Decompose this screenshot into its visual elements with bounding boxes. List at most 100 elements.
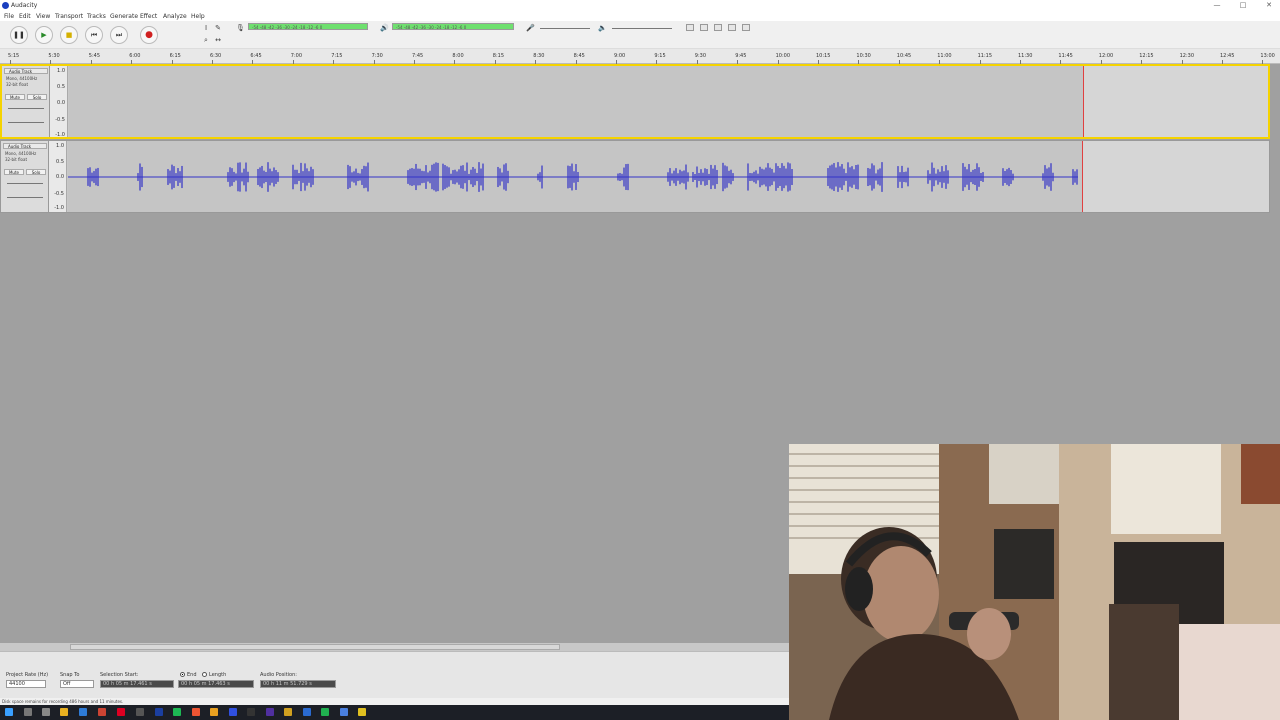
app-icon[interactable] bbox=[117, 708, 125, 716]
audio-track-2[interactable]: Audio Track Mono, 44100Hz 32-bit float M… bbox=[0, 140, 1270, 213]
scrollbar-thumb[interactable] bbox=[70, 644, 560, 650]
solo-button[interactable]: Solo bbox=[27, 94, 47, 100]
scale-label: -0.5 bbox=[55, 117, 65, 123]
app-icon[interactable] bbox=[303, 708, 311, 716]
app-icon[interactable] bbox=[266, 708, 274, 716]
silence-icon[interactable] bbox=[742, 24, 750, 31]
ruler-time-label: 6:00 bbox=[129, 53, 141, 59]
gain-slider[interactable] bbox=[7, 183, 43, 184]
recording-volume-slider[interactable] bbox=[540, 28, 590, 29]
menu-tracks[interactable]: Tracks bbox=[87, 13, 106, 20]
app-icon[interactable] bbox=[136, 708, 144, 716]
ruler-time-label: 5:15 bbox=[8, 53, 20, 59]
paste-icon[interactable] bbox=[714, 24, 722, 31]
app-icon[interactable] bbox=[210, 708, 218, 716]
audacity-taskbar-icon[interactable] bbox=[358, 708, 366, 716]
app-icon[interactable] bbox=[321, 708, 329, 716]
copy-icon[interactable] bbox=[700, 24, 708, 31]
ruler-time-label: 9:00 bbox=[614, 53, 626, 59]
app-icon[interactable] bbox=[155, 708, 163, 716]
menu-file[interactable]: File bbox=[4, 13, 14, 20]
playback-volume-icon: 🔈 bbox=[598, 24, 607, 32]
scale-label: -0.5 bbox=[54, 191, 64, 197]
webcam-scene bbox=[789, 444, 1280, 720]
ruler-time-label: 10:00 bbox=[775, 53, 791, 59]
ruler-time-label: 9:15 bbox=[654, 53, 666, 59]
timeshift-tool-icon[interactable]: ↔ bbox=[214, 36, 222, 44]
ruler-time-label: 7:45 bbox=[412, 53, 424, 59]
mute-button[interactable]: Mute bbox=[5, 94, 25, 100]
menu-transport[interactable]: Transport bbox=[55, 13, 83, 20]
mic-volume-icon: 🎤 bbox=[526, 24, 535, 32]
snap-to-select[interactable]: Off bbox=[60, 680, 94, 688]
search-icon[interactable] bbox=[24, 708, 32, 716]
selection-tool-icon[interactable]: I bbox=[202, 24, 210, 32]
track-control-panel: Audio Track Mono, 44100Hz 32-bit float M… bbox=[2, 66, 50, 137]
pan-slider[interactable] bbox=[7, 197, 43, 198]
skip-start-icon: ⏮ bbox=[90, 30, 98, 39]
track-control-panel: Audio Track Mono, 44100Hz 32-bit float M… bbox=[1, 141, 49, 212]
gain-slider[interactable] bbox=[8, 108, 44, 109]
scale-label: -1.0 bbox=[55, 132, 65, 138]
app-icon[interactable] bbox=[229, 708, 237, 716]
close-button[interactable]: ✕ bbox=[1260, 0, 1278, 11]
ruler-time-label: 7:00 bbox=[290, 53, 303, 59]
menu-generate[interactable]: Generate bbox=[110, 13, 138, 20]
end-label: End bbox=[187, 672, 197, 678]
skip-to-start-button[interactable]: ⏮ bbox=[85, 26, 103, 44]
edge-icon[interactable] bbox=[79, 708, 87, 716]
waveform-area[interactable] bbox=[68, 141, 1269, 212]
skip-to-end-button[interactable]: ⏭ bbox=[110, 26, 128, 44]
playback-volume-slider[interactable] bbox=[612, 28, 672, 29]
pause-button[interactable]: ❚❚ bbox=[10, 26, 28, 44]
ruler-time-label: 10:30 bbox=[856, 53, 871, 59]
length-radio[interactable] bbox=[202, 672, 207, 677]
start-icon[interactable] bbox=[5, 708, 13, 716]
pan-slider[interactable] bbox=[8, 122, 44, 123]
audio-track-1[interactable]: Audio Track Mono, 44100Hz 32-bit float M… bbox=[0, 64, 1270, 139]
zoom-tool-icon[interactable]: ⌕ bbox=[202, 36, 210, 44]
ruler-time-label: 11:15 bbox=[977, 53, 993, 59]
title-bar: Audacity — □ ✕ bbox=[0, 0, 1280, 11]
menu-view[interactable]: View bbox=[36, 13, 50, 20]
app-icon[interactable] bbox=[192, 708, 200, 716]
cut-icon[interactable] bbox=[686, 24, 694, 31]
menu-help[interactable]: Help bbox=[191, 13, 205, 20]
draw-tool-icon[interactable]: ✎ bbox=[214, 24, 222, 32]
play-button[interactable]: ▶ bbox=[35, 26, 53, 44]
snap-to-label: Snap To bbox=[60, 672, 80, 678]
minimize-button[interactable]: — bbox=[1208, 0, 1226, 11]
task-view-icon[interactable] bbox=[42, 708, 50, 716]
chrome-icon[interactable] bbox=[98, 708, 106, 716]
end-radio[interactable] bbox=[180, 672, 185, 677]
ruler-time-label: 6:30 bbox=[210, 53, 222, 59]
solo-button[interactable]: Solo bbox=[26, 169, 46, 175]
track-name-dropdown[interactable]: Audio Track bbox=[4, 68, 48, 74]
selection-end-field[interactable]: 00 h 05 m 17.463 s bbox=[178, 680, 254, 688]
scale-label: 1.0 bbox=[57, 68, 65, 74]
audio-position-field[interactable]: 00 h 11 m 51.729 s bbox=[260, 680, 336, 688]
mute-button[interactable]: Mute bbox=[4, 169, 24, 175]
app-icon[interactable] bbox=[340, 708, 348, 716]
timeline-ruler[interactable]: 5:15 5:30 5:45 6:00 6:15 6:30 6:45 7:00 7:15 7:30… bbox=[0, 49, 1280, 64]
microphone-icon: 🎙 bbox=[236, 24, 245, 32]
app-icon[interactable] bbox=[247, 708, 255, 716]
record-button[interactable]: ● bbox=[140, 26, 158, 44]
menu-analyze[interactable]: Analyze bbox=[163, 13, 187, 20]
maximize-button[interactable]: □ bbox=[1234, 0, 1252, 11]
track-name-dropdown[interactable]: Audio Track bbox=[3, 143, 47, 149]
project-rate-select[interactable]: 44100 bbox=[6, 680, 46, 688]
ruler-time-label: 7:30 bbox=[371, 53, 383, 59]
file-explorer-icon[interactable] bbox=[60, 708, 68, 716]
horizontal-scrollbar[interactable] bbox=[0, 643, 790, 651]
selection-start-field[interactable]: 00 h 05 m 17.461 s bbox=[100, 680, 174, 688]
vertical-scale: 1.0 0.5 0.0 -0.5 -1.0 bbox=[49, 141, 67, 212]
trim-icon[interactable] bbox=[728, 24, 736, 31]
app-icon[interactable] bbox=[173, 708, 181, 716]
app-icon[interactable] bbox=[284, 708, 292, 716]
menu-effect[interactable]: Effect bbox=[140, 13, 157, 20]
menu-edit[interactable]: Edit bbox=[19, 13, 31, 20]
stop-button[interactable]: ■ bbox=[60, 26, 78, 44]
waveform-area[interactable] bbox=[69, 66, 1268, 137]
ruler-time-label: 11:30 bbox=[1018, 53, 1033, 59]
